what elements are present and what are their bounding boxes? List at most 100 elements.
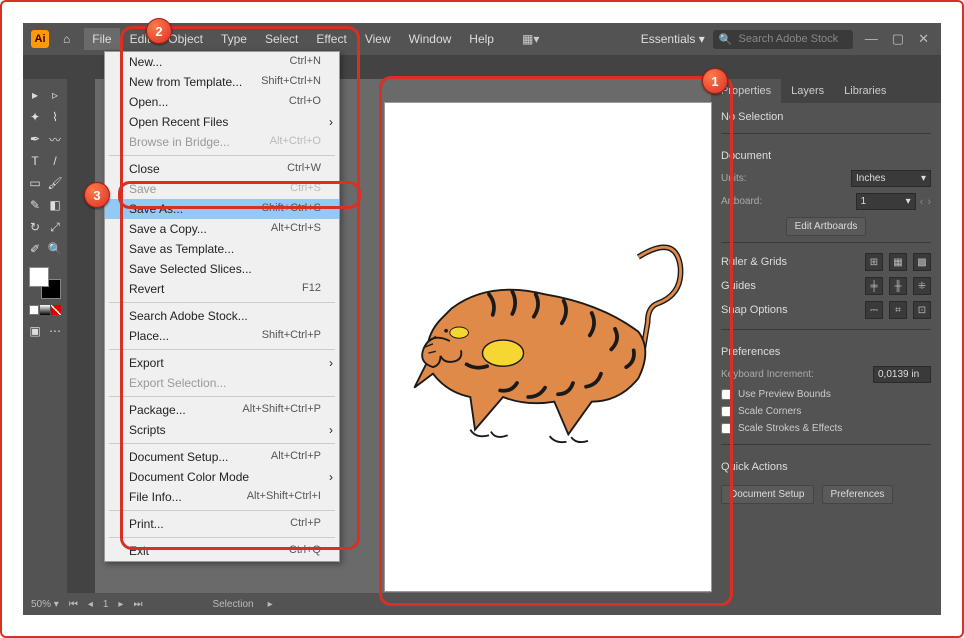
direct-select-tool[interactable]: ▹ — [45, 85, 65, 105]
scale-tool[interactable]: ⤢ — [45, 217, 65, 237]
brush-tool[interactable]: 🖌 — [45, 173, 65, 193]
lasso-tool[interactable]: ⌇ — [45, 107, 65, 127]
next-artboard[interactable]: › — [927, 196, 931, 208]
maximize-button[interactable]: ▢ — [888, 31, 908, 47]
guides-show-icon[interactable]: ╪ — [865, 277, 883, 295]
file-menu-item[interactable]: Document Setup...Alt+Ctrl+P — [105, 447, 339, 467]
menu-type[interactable]: Type — [213, 28, 255, 50]
transparency-grid-icon[interactable]: ▩ — [913, 253, 931, 271]
color-mode-row[interactable] — [29, 305, 61, 315]
file-menu-item[interactable]: Scripts — [105, 420, 339, 440]
ruler-icon[interactable]: ⊞ — [865, 253, 883, 271]
rotate-tool[interactable]: ↻ — [25, 217, 45, 237]
file-menu-item[interactable]: ExitCtrl+Q — [105, 541, 339, 561]
close-button[interactable]: ✕ — [914, 31, 933, 47]
nav-prev[interactable]: ◂ — [88, 599, 93, 610]
file-menu-item[interactable]: Save Selected Slices... — [105, 259, 339, 279]
file-menu-item[interactable]: Package...Alt+Shift+Ctrl+P — [105, 400, 339, 420]
nav-first[interactable]: ⏮ — [69, 599, 78, 610]
snap-point-icon[interactable]: ⎓ — [865, 301, 883, 319]
file-menu-item[interactable]: Place...Shift+Ctrl+P — [105, 326, 339, 346]
file-menu-item[interactable]: Save as Template... — [105, 239, 339, 259]
menu-select[interactable]: Select — [257, 28, 306, 50]
keyboard-increment-input[interactable] — [873, 366, 931, 383]
tab-layers[interactable]: Layers — [781, 79, 834, 103]
preview-bounds-checkbox[interactable] — [721, 389, 732, 400]
file-menu-item[interactable]: RevertF12 — [105, 279, 339, 299]
eraser-tool[interactable]: ◧ — [45, 195, 65, 215]
type-tool[interactable]: T — [25, 151, 45, 171]
file-menu-item[interactable]: Open...Ctrl+O — [105, 92, 339, 112]
file-menu-item[interactable]: Search Adobe Stock... — [105, 306, 339, 326]
file-menu-item[interactable]: New...Ctrl+N — [105, 52, 339, 72]
home-icon[interactable]: ⌂ — [63, 32, 70, 46]
file-menu-item[interactable]: Document Color Mode — [105, 467, 339, 487]
nav-last[interactable]: ⏭ — [133, 599, 142, 610]
menu-window[interactable]: Window — [401, 28, 460, 50]
pen-tool[interactable]: ✒ — [25, 129, 45, 149]
scale-corners-label: Scale Corners — [738, 406, 801, 417]
file-menu-item: Browse in Bridge...Alt+Ctrl+O — [105, 132, 339, 152]
statusbar: 50% ▾ ⏮ ◂ 1 ▸ ⏭ Selection ▸ — [23, 593, 941, 615]
artboard-label: Artboard: — [721, 196, 762, 207]
doc-setup-button[interactable]: Document Setup — [721, 485, 814, 504]
collapsed-panels-strip[interactable] — [67, 79, 95, 593]
minimize-button[interactable]: — — [861, 31, 882, 47]
file-menu-item[interactable]: Print...Ctrl+P — [105, 514, 339, 534]
shaper-tool[interactable]: ✎ — [25, 195, 45, 215]
section-document: Document — [721, 150, 931, 162]
tiger-artwork — [405, 243, 685, 448]
preferences-button[interactable]: Preferences — [822, 485, 894, 504]
no-selection-label: No Selection — [721, 111, 931, 123]
line-tool[interactable]: / — [45, 151, 65, 171]
file-menu-item[interactable]: Export — [105, 353, 339, 373]
file-menu-item[interactable]: File Info...Alt+Shift+Ctrl+I — [105, 487, 339, 507]
edit-artboards-button[interactable]: Edit Artboards — [786, 217, 867, 236]
screen-mode[interactable]: ▣ — [25, 321, 45, 341]
grid-icon[interactable]: ▦ — [889, 253, 907, 271]
page-number[interactable]: 1 — [103, 599, 109, 610]
fill-stroke-swatch[interactable] — [29, 267, 61, 299]
zoom-tool[interactable]: 🔍 — [45, 239, 65, 259]
section-quick-actions: Quick Actions — [721, 461, 931, 473]
workspace-switcher[interactable]: Essentials ▾ — [641, 32, 705, 46]
file-menu-item[interactable]: Save a Copy...Alt+Ctrl+S — [105, 219, 339, 239]
tab-libraries[interactable]: Libraries — [834, 79, 896, 103]
artboard-select[interactable]: 1▾ — [856, 193, 916, 210]
chevron-down-icon: ▾ — [906, 196, 911, 207]
selection-tool[interactable]: ▸ — [25, 85, 45, 105]
zoom-level[interactable]: 50% ▾ — [31, 599, 59, 610]
ki-label: Keyboard Increment: — [721, 369, 814, 380]
smart-guides-icon[interactable]: ⁜ — [913, 277, 931, 295]
file-menu-item[interactable]: CloseCtrl+W — [105, 159, 339, 179]
search-stock-field[interactable]: 🔍 Search Adobe Stock — [713, 30, 853, 49]
scale-strokes-label: Scale Strokes & Effects — [738, 423, 842, 434]
section-preferences: Preferences — [721, 346, 931, 358]
snap-grid-icon[interactable]: ⌗ — [889, 301, 907, 319]
file-menu-item[interactable]: New from Template...Shift+Ctrl+N — [105, 72, 339, 92]
menu-file[interactable]: File — [84, 28, 119, 50]
artboard[interactable] — [385, 103, 711, 591]
section-snap: Snap Options — [721, 304, 788, 316]
file-menu-item[interactable]: Save As...Shift+Ctrl+S — [105, 199, 339, 219]
prev-artboard[interactable]: ‹ — [920, 196, 924, 208]
curvature-tool[interactable]: 〰 — [45, 129, 65, 149]
edit-toolbar[interactable]: ⋯ — [45, 321, 65, 341]
menu-effect[interactable]: Effect — [308, 28, 354, 50]
section-guides: Guides — [721, 280, 756, 292]
menu-view[interactable]: View — [357, 28, 399, 50]
scale-corners-checkbox[interactable] — [721, 406, 732, 417]
menu-help[interactable]: Help — [461, 28, 502, 50]
units-select[interactable]: Inches▾ — [851, 170, 931, 187]
scale-strokes-checkbox[interactable] — [721, 423, 732, 434]
rect-tool[interactable]: ▭ — [25, 173, 45, 193]
magic-wand-tool[interactable]: ✦ — [25, 107, 45, 127]
file-menu-item[interactable]: Open Recent Files — [105, 112, 339, 132]
eyedrop-tool[interactable]: ✐ — [25, 239, 45, 259]
window-controls: — ▢ ✕ — [861, 31, 933, 47]
arrange-docs-icon[interactable]: ▦▾ — [522, 32, 539, 46]
nav-next[interactable]: ▸ — [118, 599, 123, 610]
guides-lock-icon[interactable]: ╫ — [889, 277, 907, 295]
snap-pixel-icon[interactable]: ⊡ — [913, 301, 931, 319]
status-menu[interactable]: ▸ — [268, 599, 273, 610]
